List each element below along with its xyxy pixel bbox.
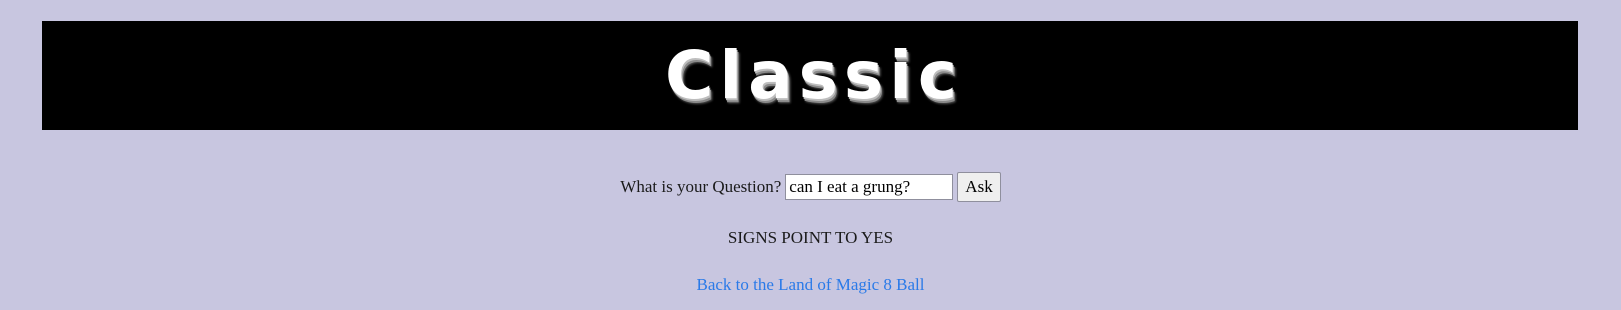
question-label: What is your Question? bbox=[620, 177, 782, 196]
question-form: What is your Question? Ask bbox=[0, 172, 1621, 202]
answer-text: SIGNS POINT TO YES bbox=[727, 228, 894, 247]
question-input[interactable] bbox=[785, 174, 954, 200]
ask-button[interactable]: Ask bbox=[957, 172, 1001, 202]
page: Classic What is your Question? Ask SIGNS… bbox=[0, 0, 1621, 310]
back-link-container: Back to the Land of Magic 8 Ball bbox=[0, 275, 1621, 295]
banner-title: Classic bbox=[665, 36, 963, 114]
header-banner: Classic bbox=[42, 21, 1578, 130]
back-to-land-link[interactable]: Back to the Land of Magic 8 Ball bbox=[696, 275, 924, 294]
